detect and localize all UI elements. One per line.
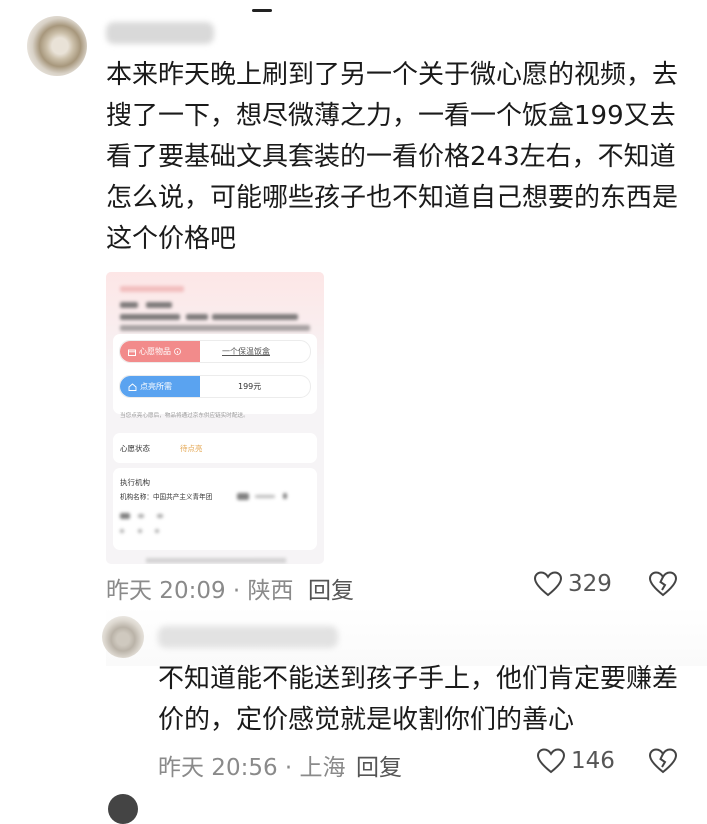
reply-text: 不知道能不能送到孩子手上，他们肯定要赚差价的，定价感觉就是收割你们的善心 — [158, 664, 679, 735]
username-blurred[interactable] — [106, 22, 214, 44]
reply-reply-button[interactable]: 回复 — [356, 748, 402, 782]
blurred-text — [186, 314, 208, 320]
light-need-tag: 点亮所需 — [120, 376, 200, 397]
reply-username-blurred[interactable] — [158, 626, 338, 648]
org-title: 执行机构 — [120, 478, 150, 487]
status-value: 待点亮 — [180, 444, 203, 453]
reply-like-button[interactable]: 146 — [536, 747, 615, 775]
top-indicator — [252, 9, 272, 12]
gift-icon — [128, 349, 136, 356]
blurred-text — [138, 514, 144, 518]
blurred-text — [120, 513, 130, 519]
broken-heart-icon[interactable] — [648, 570, 678, 598]
org-card: 执行机构 机构名称：中国共产主义青年团 — [113, 468, 317, 550]
wish-status-card: 心愿状态 待点亮 — [113, 433, 317, 463]
status-label: 心愿状态 — [120, 444, 150, 453]
heart-icon — [533, 571, 563, 597]
broken-heart-icon[interactable] — [648, 747, 678, 775]
light-need-label: 点亮所需 — [140, 382, 172, 391]
wish-item-row[interactable]: 心愿物品 一个保温饭盒 — [119, 340, 311, 363]
blurred-text — [237, 493, 249, 500]
wish-item-label: 心愿物品 — [139, 347, 171, 356]
wish-item-value[interactable]: 一个保温饭盒 — [222, 341, 270, 362]
blurred-text — [157, 514, 163, 518]
comment-text: 本来昨天晚上刷到了另一个关于微心愿的视频，去搜了一下，想尽微薄之力，一看一个饭盒… — [106, 60, 679, 254]
house-heart-icon — [128, 382, 137, 391]
heart-icon — [536, 748, 566, 774]
reply-button[interactable]: 回复 — [308, 571, 354, 605]
like-count: 329 — [568, 571, 612, 597]
comment-meta: 昨天 20:09 · 陕西 — [106, 578, 294, 604]
blurred-text — [155, 529, 159, 533]
wish-item-tag: 心愿物品 — [120, 341, 200, 362]
next-comment-avatar[interactable] — [108, 794, 138, 824]
reply-meta: 昨天 20:56 · 上海 — [158, 755, 346, 781]
comment-image[interactable]: 心愿物品 一个保温饭盒 点亮所需 199元 当您点亮心愿后，物品将通过京东供应链… — [106, 272, 324, 564]
blurred-text — [255, 495, 275, 498]
blurred-text — [120, 325, 310, 331]
light-need-value: 199元 — [238, 382, 262, 391]
reply-like-count: 146 — [571, 748, 615, 774]
blurred-text — [146, 302, 172, 308]
wish-info-card: 心愿物品 一个保温饭盒 点亮所需 199元 — [113, 334, 317, 414]
blurred-text — [120, 302, 138, 308]
reply-avatar[interactable] — [102, 616, 144, 658]
light-need-row[interactable]: 点亮所需 199元 — [119, 375, 311, 398]
blurred-text — [146, 558, 286, 563]
blurred-text — [283, 493, 287, 499]
blurred-text — [138, 529, 142, 533]
blurred-text — [120, 314, 180, 320]
like-button[interactable]: 329 — [533, 570, 612, 598]
delivery-note: 当您点亮心愿后，物品将通过京东供应链实时配送。 — [120, 413, 249, 419]
blurred-text — [212, 314, 298, 320]
info-icon — [174, 348, 181, 355]
blurred-text — [120, 286, 184, 292]
avatar[interactable] — [27, 16, 87, 76]
org-name: 机构名称：中国共产主义青年团 — [120, 493, 213, 501]
blurred-text — [120, 529, 124, 533]
